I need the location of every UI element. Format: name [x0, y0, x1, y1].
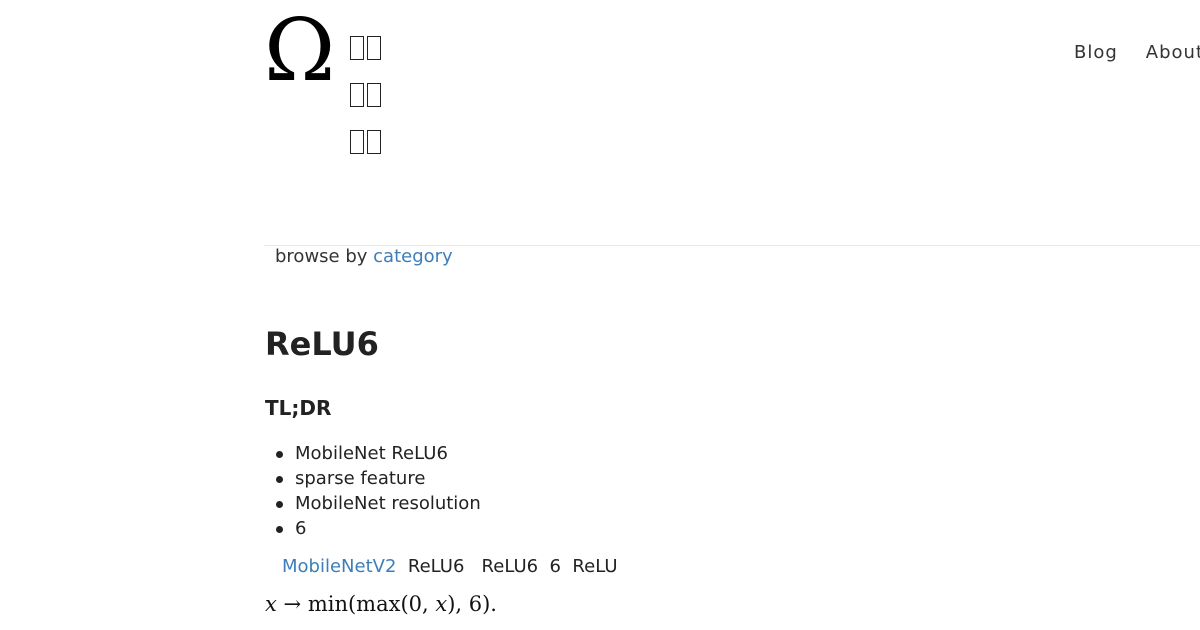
formula-var-x: x — [265, 592, 277, 616]
formula-arrow: → — [283, 592, 302, 616]
post-title: ReLU6 — [265, 325, 379, 363]
site-title-line-3 — [350, 120, 384, 167]
nav-about-link[interactable]: About — [1146, 42, 1200, 63]
browse-by-category: browse by category — [275, 246, 453, 267]
relu6-formula: x → min(max(0, x), 6). — [265, 592, 497, 616]
tldr-item: 6 — [276, 516, 481, 541]
unrendered-glyph — [350, 83, 364, 107]
unrendered-glyph — [367, 36, 381, 60]
formula-var-x2: x — [435, 592, 448, 616]
site-title-line-1 — [350, 26, 384, 73]
browse-prefix: browse by — [275, 246, 368, 267]
site-title-line-2 — [350, 73, 384, 120]
intro-text: ReLU6 ReLU6 6 ReLU — [396, 556, 618, 577]
intro-paragraph: MobileNetV2 ReLU6 ReLU6 6 ReLU — [282, 556, 618, 577]
omega-logo[interactable]: Ω — [264, 8, 335, 94]
site-title[interactable] — [350, 26, 384, 167]
main-nav: Blog About — [1074, 42, 1200, 63]
tldr-list: MobileNet ReLU6 sparse feature MobileNet… — [276, 441, 481, 541]
mobilenetv2-link[interactable]: MobileNetV2 — [282, 556, 396, 577]
unrendered-glyph — [367, 83, 381, 107]
unrendered-glyph — [367, 130, 381, 154]
tldr-item: MobileNet resolution — [276, 493, 481, 514]
tldr-item: sparse feature — [276, 466, 481, 491]
formula-expr: min(max(0, — [307, 592, 436, 616]
category-link[interactable]: category — [373, 246, 453, 267]
unrendered-glyph — [350, 130, 364, 154]
tldr-item: MobileNet ReLU6 — [276, 441, 481, 466]
nav-blog-link[interactable]: Blog — [1074, 42, 1118, 63]
tldr-heading: TL;DR — [265, 396, 332, 420]
unrendered-glyph — [350, 36, 364, 60]
formula-tail: ), 6). — [447, 592, 497, 616]
